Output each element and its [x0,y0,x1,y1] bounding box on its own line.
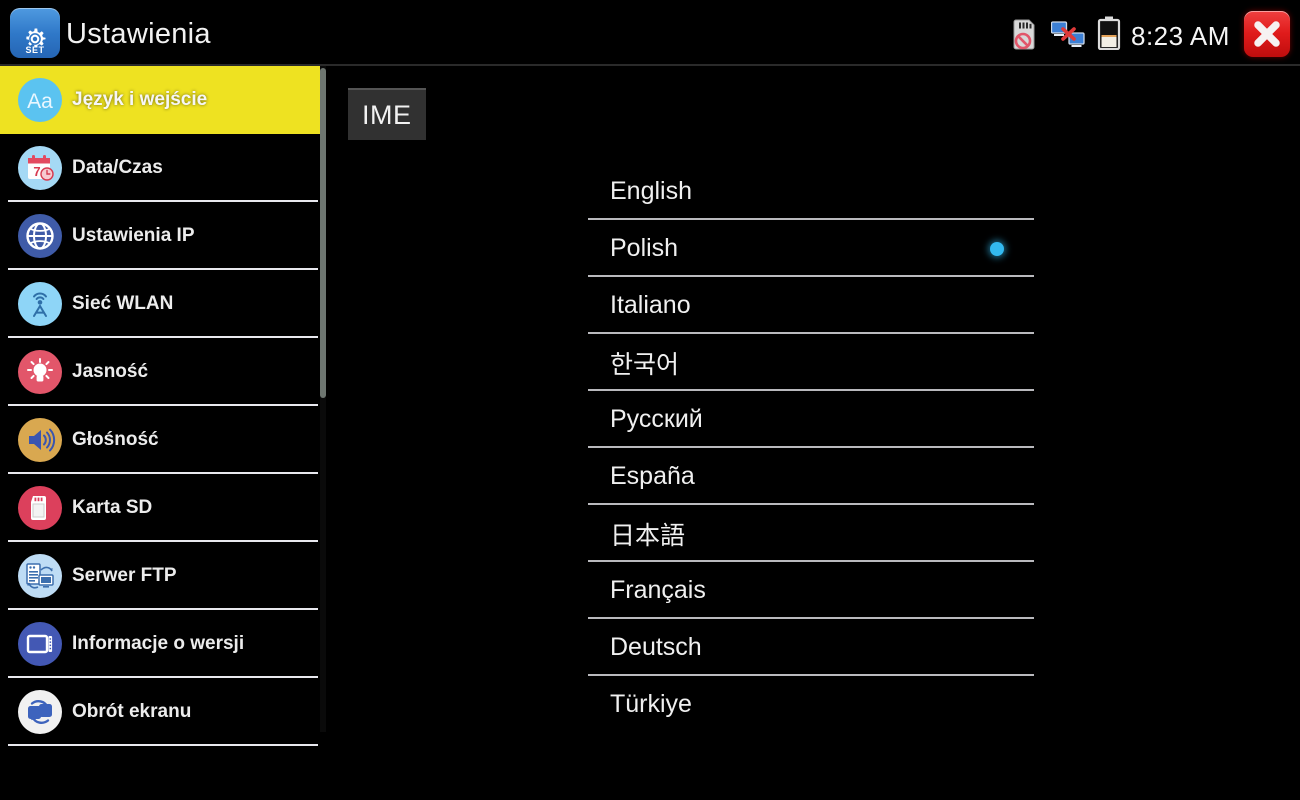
tab-ime[interactable]: IME [348,88,426,140]
network-disconnected-icon [1051,21,1085,47]
sidebar-item-ftp-server[interactable]: Serwer FTP [0,542,320,610]
settings-content-pane: IME English Polish Italiano 한국어 Русский … [330,66,1300,800]
list-item[interactable]: España [588,448,1034,505]
calendar-clock-icon: 7 [18,146,62,190]
brightness-bulb-icon [18,350,62,394]
sidebar-item-label: Karta SD [72,497,153,518]
globe-icon [18,214,62,258]
font-aa-icon: Aa [18,78,62,122]
sidebar-scrollbar-thumb[interactable] [320,68,326,398]
language-label: Deutsch [610,633,702,661]
list-item[interactable]: Deutsch [588,619,1034,676]
sidebar-item-volume[interactable]: Głośność [0,406,320,474]
sidebar-item-ip-settings[interactable]: Ustawienia IP [0,202,320,270]
ftp-server-icon [18,554,62,598]
language-label: Русский [610,405,703,433]
sidebar-separator [8,744,318,746]
settings-screen: SET Ustawienia 8:23 AM Aa Język i wejści… [0,0,1300,800]
language-label: Français [610,576,706,604]
list-item[interactable]: Polish [588,220,1034,277]
close-button[interactable] [1244,11,1290,57]
sidebar-item-language-input[interactable]: Aa Język i wejście [0,66,320,134]
page-title: Ustawienia [66,18,211,50]
sidebar-item-wlan[interactable]: Sieć WLAN [0,270,320,338]
language-label: España [610,462,695,490]
close-icon [1254,21,1280,47]
settings-app-icon: SET [10,8,60,58]
sd-card-icon [18,486,62,530]
list-item[interactable]: Türkiye [588,676,1034,733]
sidebar-item-screen-rotation[interactable]: Obrót ekranu [0,678,320,746]
list-item[interactable]: 日本語 [588,505,1034,562]
sd-card-disabled-icon [1013,19,1035,50]
language-label: Italiano [610,291,691,319]
sidebar-item-label: Jasność [72,361,149,382]
sidebar-item-date-time[interactable]: 7 Data/Czas [0,134,320,202]
sidebar-item-label: Serwer FTP [72,565,177,586]
list-item[interactable]: 한국어 [588,334,1034,391]
language-label: 日本語 [610,521,686,550]
screen-rotation-icon [18,690,62,734]
settings-sidebar[interactable]: Aa Język i wejście 7 Data/Czas Ustawieni… [0,66,320,800]
list-item[interactable]: English [588,163,1034,220]
selected-dot-icon [990,241,1004,256]
language-label: Türkiye [610,690,692,718]
sidebar-item-brightness[interactable]: Jasność [0,338,320,406]
app-icon-label: SET [25,45,45,55]
svg-text:Aa: Aa [27,90,53,113]
sidebar-item-label: Sieć WLAN [72,293,174,314]
battery-icon [1097,16,1121,50]
list-item[interactable]: Русский [588,391,1034,448]
sidebar-item-label: Informacje o wersji [72,633,245,654]
list-item[interactable]: Français [588,562,1034,619]
list-item[interactable]: Italiano [588,277,1034,334]
tab-ime-label: IME [362,99,412,130]
title-bar: SET Ustawienia 8:23 AM [0,0,1300,66]
sidebar-item-label: Język i wejście [72,89,208,110]
language-label: Polish [610,234,679,262]
wifi-antenna-icon [18,282,62,326]
sidebar-item-label: Ustawienia IP [72,225,195,246]
language-label: 한국어 [610,350,680,379]
monitor-info-icon [18,622,62,666]
svg-text:7: 7 [33,164,40,179]
language-list: English Polish Italiano 한국어 Русский Espa… [588,163,1034,733]
sidebar-item-label: Obrót ekranu [72,701,192,722]
language-label: English [610,177,692,205]
sidebar-item-label: Data/Czas [72,157,163,178]
sidebar-item-label: Głośność [72,429,159,450]
sidebar-item-version-info[interactable]: Informacje o wersji [0,610,320,678]
sidebar-item-sd-card[interactable]: Karta SD [0,474,320,542]
clock: 8:23 AM [1131,21,1230,51]
volume-speaker-icon [18,418,62,462]
